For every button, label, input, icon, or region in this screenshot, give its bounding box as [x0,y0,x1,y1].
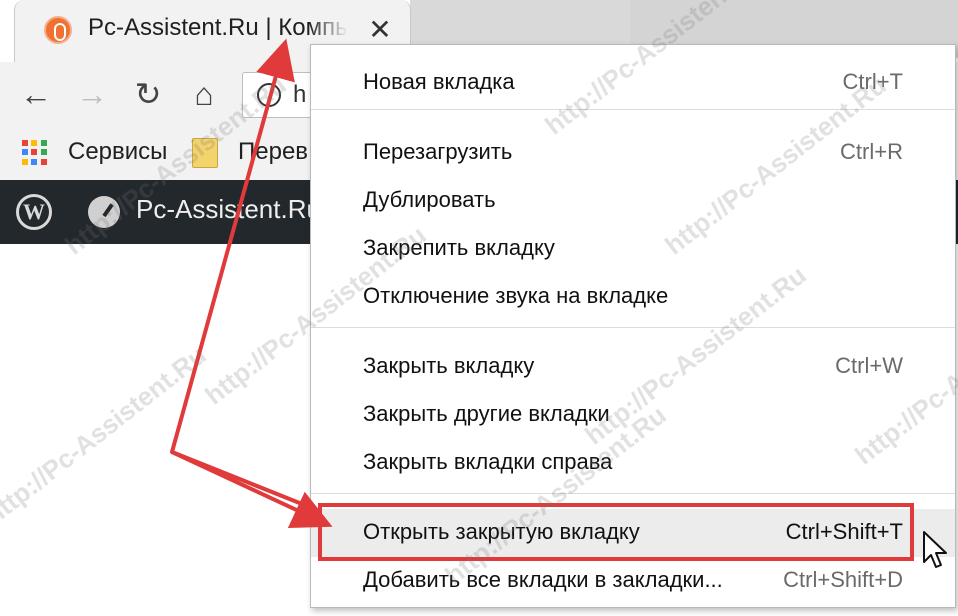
mouse-cursor-icon [923,531,947,568]
annotation-arrow-to-item [171,450,333,528]
annotation-arrow-path [170,38,313,510]
annotation-arrows [170,38,333,528]
